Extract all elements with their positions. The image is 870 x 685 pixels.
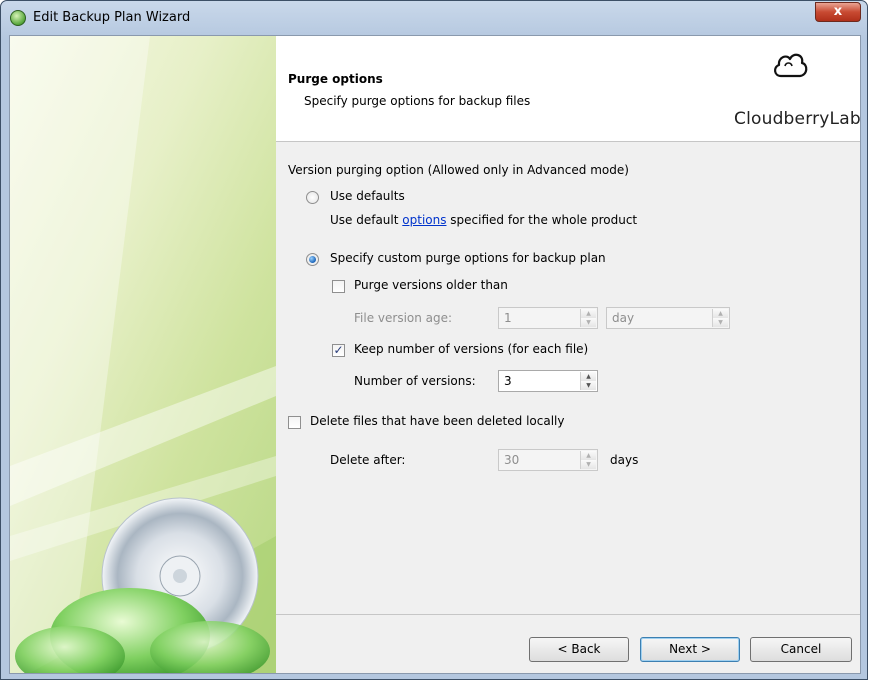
num-versions-spin-arrows[interactable]: ▲ ▼: [580, 372, 596, 390]
section-label: Version purging option (Allowed only in …: [288, 163, 629, 177]
keep-number-checkbox[interactable]: ✓: [332, 344, 345, 357]
delete-after-value: 30: [504, 453, 520, 467]
delete-after-spin-arrows[interactable]: ▲ ▼: [580, 451, 596, 469]
use-defaults-label[interactable]: Use defaults: [330, 189, 405, 203]
options-link[interactable]: options: [402, 213, 446, 227]
spin-down-icon[interactable]: ▼: [713, 318, 728, 327]
custom-purge-label[interactable]: Specify custom purge options for backup …: [330, 251, 606, 265]
spin-up-icon[interactable]: ▲: [581, 309, 596, 318]
file-age-unit-value: day: [612, 311, 635, 325]
cd-artwork: [10, 36, 276, 673]
delete-local-checkbox[interactable]: [288, 416, 301, 429]
spin-up-icon[interactable]: ▲: [581, 372, 596, 381]
wizard-body: Purge options Specify purge options for …: [9, 35, 861, 674]
purge-options-panel: Version purging option (Allowed only in …: [276, 141, 860, 611]
page-title: Purge options: [288, 72, 383, 86]
back-button[interactable]: < Back: [529, 637, 629, 662]
file-age-unit-select[interactable]: day ▲ ▼: [606, 307, 730, 329]
spin-up-icon[interactable]: ▲: [713, 309, 728, 318]
wizard-window: Edit Backup Plan Wizard x Purge options …: [0, 0, 868, 680]
spin-down-icon[interactable]: ▼: [581, 460, 596, 469]
spin-up-icon[interactable]: ▲: [581, 451, 596, 460]
file-age-value: 1: [504, 311, 512, 325]
delete-local-label[interactable]: Delete files that have been deleted loca…: [310, 414, 564, 428]
app-icon: [10, 10, 26, 26]
use-defaults-radio[interactable]: [306, 191, 319, 204]
spin-down-icon[interactable]: ▼: [581, 381, 596, 390]
custom-purge-radio[interactable]: [306, 253, 319, 266]
delete-after-unit: days: [610, 453, 639, 467]
cloud-icon: [774, 53, 808, 78]
num-versions-value[interactable]: 3: [504, 374, 512, 388]
footer-divider: [276, 614, 860, 615]
page-header: Purge options Specify purge options for …: [276, 36, 860, 142]
use-defaults-description: Use default options specified for the wh…: [330, 213, 637, 227]
spin-down-icon[interactable]: ▼: [581, 318, 596, 327]
title-bar[interactable]: Edit Backup Plan Wizard x: [1, 1, 867, 35]
side-banner-image: [10, 36, 276, 673]
close-button[interactable]: x: [815, 2, 861, 22]
keep-number-label[interactable]: Keep number of versions (for each file): [354, 342, 588, 356]
description-prefix: Use default: [330, 213, 403, 227]
delete-after-label: Delete after:: [330, 453, 406, 467]
file-age-spin-arrows[interactable]: ▲ ▼: [580, 309, 596, 327]
file-age-label: File version age:: [354, 311, 453, 325]
page-subtitle: Specify purge options for backup files: [304, 94, 531, 108]
window-title: Edit Backup Plan Wizard: [33, 10, 191, 25]
cancel-button[interactable]: Cancel: [750, 637, 852, 662]
description-suffix: specified for the whole product: [446, 213, 638, 227]
file-age-unit-arrows[interactable]: ▲ ▼: [712, 309, 728, 327]
purge-older-label[interactable]: Purge versions older than: [354, 278, 508, 292]
brand-name: CloudberryLab: [734, 109, 861, 129]
next-button[interactable]: Next >: [640, 637, 740, 662]
delete-after-stepper[interactable]: 30 ▲ ▼: [498, 449, 598, 471]
purge-older-checkbox[interactable]: [332, 280, 345, 293]
num-versions-label: Number of versions:: [354, 374, 476, 388]
file-age-stepper[interactable]: 1 ▲ ▼: [498, 307, 598, 329]
num-versions-stepper[interactable]: 3 ▲ ▼: [498, 370, 598, 392]
